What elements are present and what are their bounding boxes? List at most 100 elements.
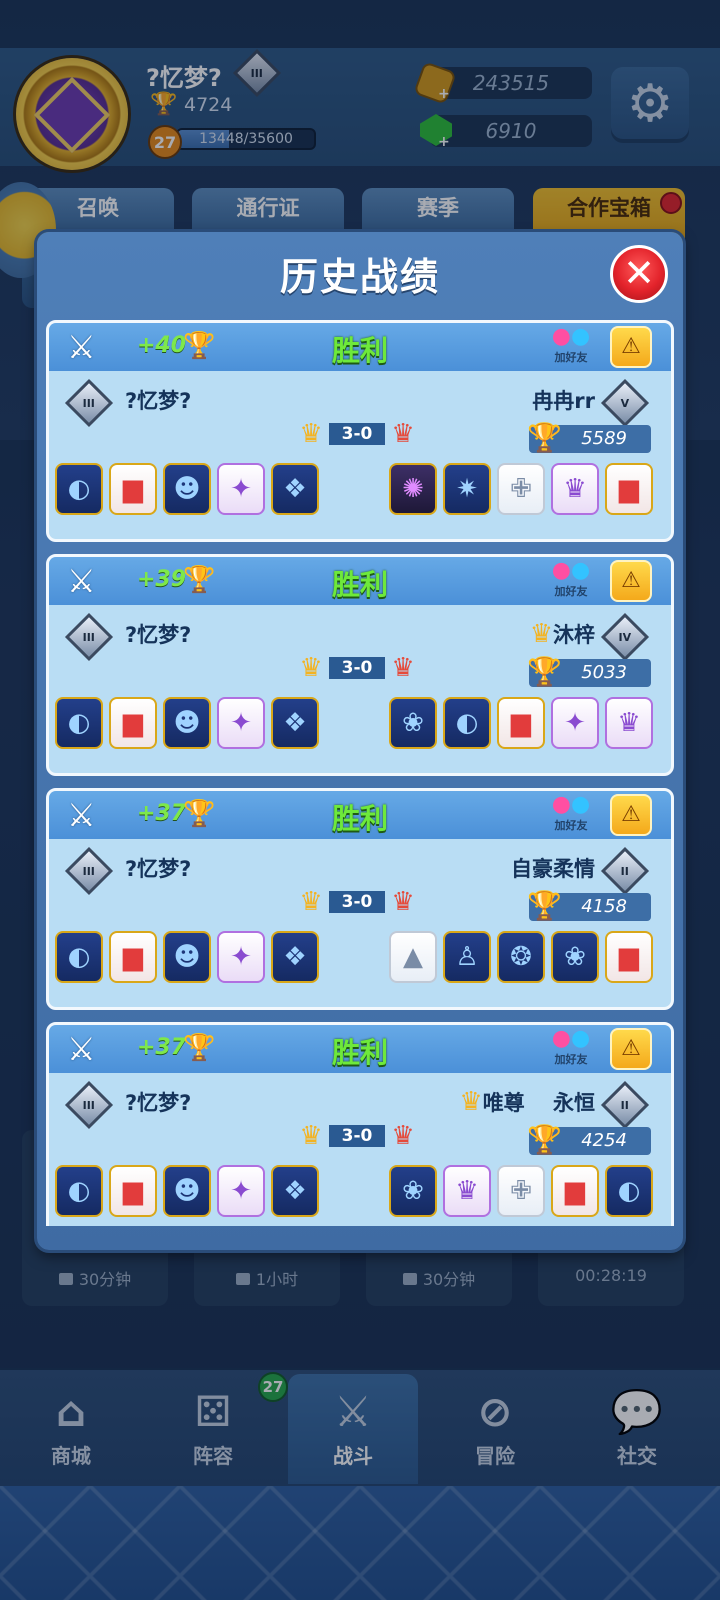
self-die[interactable]: ▆ xyxy=(109,697,157,749)
opponent-die[interactable]: ♛ xyxy=(443,1165,491,1217)
self-deck: ◐ ▆ ☻ ✦ ❖ xyxy=(55,697,325,755)
match-history-list[interactable]: ⚔ +40 🏆 胜利 ●● 加好友 ⚠ III ?忆梦? 冉冉rr V ♛ 3-… xyxy=(46,320,674,1226)
self-rank-badge: III xyxy=(64,846,114,896)
self-rank-badge: III xyxy=(64,378,114,428)
self-die[interactable]: ▆ xyxy=(109,931,157,983)
blue-crown-icon: ♛ xyxy=(299,1121,323,1151)
opponent-die[interactable]: ▆ xyxy=(551,1165,599,1217)
match-card: ⚔ +37 🏆 胜利 ●● 加好友 ⚠ III ?忆梦? ♛唯尊 永恒 II ♛… xyxy=(46,1022,674,1226)
alarm-bell-icon: ⚠ xyxy=(621,1036,641,1061)
match-card: ⚔ +37 🏆 胜利 ●● 加好友 ⚠ III ?忆梦? 自豪柔情 II ♛ 3… xyxy=(46,788,674,1010)
score-text: 3-0 xyxy=(329,891,385,913)
modal-title: 历史战绩 xyxy=(279,255,440,299)
opponent-rank-badge: II xyxy=(600,846,650,896)
opponent-die[interactable]: ✺ xyxy=(389,463,437,515)
add-friend-button[interactable]: ●● 加好友 xyxy=(547,1027,595,1071)
alarm-bell-icon: ⚠ xyxy=(621,334,641,359)
report-button[interactable]: ⚠ xyxy=(610,794,652,836)
self-die[interactable]: ◐ xyxy=(55,1165,103,1217)
opponent-die[interactable]: ♛ xyxy=(551,463,599,515)
self-die[interactable]: ❖ xyxy=(271,1165,319,1217)
add-friend-button[interactable]: ●● 加好友 xyxy=(547,793,595,837)
trophy-icon: 🏆 xyxy=(527,889,562,922)
self-die[interactable]: ✦ xyxy=(217,1165,265,1217)
self-die[interactable]: ◐ xyxy=(55,931,103,983)
self-player-name: ?忆梦? xyxy=(125,623,192,647)
score-display: ♛ 3-0 ♛ xyxy=(293,887,421,917)
report-button[interactable]: ⚠ xyxy=(610,560,652,602)
balloons-icon: ●● xyxy=(551,558,591,583)
opponent-rank-badge: II xyxy=(600,1080,650,1130)
opponent-die[interactable]: ♙ xyxy=(443,931,491,983)
opponent-rank-badge: IV xyxy=(600,612,650,662)
self-die[interactable]: ◐ xyxy=(55,697,103,749)
opponent-rank-badge: V xyxy=(600,378,650,428)
self-die[interactable]: ✦ xyxy=(217,463,265,515)
self-player-name: ?忆梦? xyxy=(125,1091,192,1115)
self-die[interactable]: ❖ xyxy=(271,931,319,983)
opponent-die[interactable]: ✙ xyxy=(497,1165,545,1217)
match-card: ⚔ +40 🏆 胜利 ●● 加好友 ⚠ III ?忆梦? 冉冉rr V ♛ 3-… xyxy=(46,320,674,542)
opponent-die[interactable]: ▲ xyxy=(389,931,437,983)
opponent-die[interactable]: ❀ xyxy=(551,931,599,983)
opponent-deck: ▲ ♙ ❂ ❀ ▆ xyxy=(389,931,659,989)
self-player-name: ?忆梦? xyxy=(125,857,192,881)
blue-crown-icon: ♛ xyxy=(299,653,323,683)
report-button[interactable]: ⚠ xyxy=(610,326,652,368)
alarm-bell-icon: ⚠ xyxy=(621,568,641,593)
close-button[interactable]: ✕ xyxy=(610,245,668,303)
score-display: ♛ 3-0 ♛ xyxy=(293,653,421,683)
opponent-die[interactable]: ▆ xyxy=(605,931,653,983)
close-icon: ✕ xyxy=(623,251,655,295)
blue-crown-icon: ♛ xyxy=(299,419,323,449)
opponent-die[interactable]: ✦ xyxy=(551,697,599,749)
opponent-deck: ❀ ♛ ✙ ▆ ◐ xyxy=(389,1165,659,1223)
opponent-die[interactable]: ▆ xyxy=(605,463,653,515)
opponent-name: ♛沐梓 xyxy=(529,619,595,649)
opponent-die[interactable]: ✷ xyxy=(443,463,491,515)
red-crown-icon: ♛ xyxy=(391,887,415,917)
red-crown-icon: ♛ xyxy=(391,419,415,449)
match-card: ⚔ +39 🏆 胜利 ●● 加好友 ⚠ III ?忆梦? ♛沐梓 IV ♛ 3-… xyxy=(46,554,674,776)
score-text: 3-0 xyxy=(329,423,385,445)
score-text: 3-0 xyxy=(329,657,385,679)
opponent-deck: ✺ ✷ ✙ ♛ ▆ xyxy=(389,463,659,521)
report-button[interactable]: ⚠ xyxy=(610,1028,652,1070)
self-die[interactable]: ❖ xyxy=(271,463,319,515)
self-die[interactable]: ☻ xyxy=(163,1165,211,1217)
self-die[interactable]: ▆ xyxy=(109,1165,157,1217)
trophy-icon: 🏆 xyxy=(527,1123,562,1156)
self-player-name: ?忆梦? xyxy=(125,389,192,413)
opponent-die[interactable]: ❀ xyxy=(389,697,437,749)
self-die[interactable]: ❖ xyxy=(271,697,319,749)
balloons-icon: ●● xyxy=(551,324,591,349)
self-die[interactable]: ✦ xyxy=(217,697,265,749)
self-rank-badge: III xyxy=(64,1080,114,1130)
self-die[interactable]: ◐ xyxy=(55,463,103,515)
opponent-die[interactable]: ✙ xyxy=(497,463,545,515)
opponent-deck: ❀ ◐ ▆ ✦ ♛ xyxy=(389,697,659,755)
add-friend-button[interactable]: ●● 加好友 xyxy=(547,325,595,369)
add-friend-button[interactable]: ●● 加好友 xyxy=(547,559,595,603)
opponent-die[interactable]: ◐ xyxy=(443,697,491,749)
self-rank-badge: III xyxy=(64,612,114,662)
blue-crown-icon: ♛ xyxy=(299,887,323,917)
self-die[interactable]: ☻ xyxy=(163,697,211,749)
opponent-name: 自豪柔情 xyxy=(511,857,595,881)
opponent-die[interactable]: ♛ xyxy=(605,697,653,749)
self-die[interactable]: ☻ xyxy=(163,931,211,983)
crown-icon: ♛ xyxy=(529,619,553,649)
self-die[interactable]: ✦ xyxy=(217,931,265,983)
self-die[interactable]: ☻ xyxy=(163,463,211,515)
self-die[interactable]: ▆ xyxy=(109,463,157,515)
score-display: ♛ 3-0 ♛ xyxy=(293,1121,421,1151)
opponent-die[interactable]: ◐ xyxy=(605,1165,653,1217)
opponent-die[interactable]: ❂ xyxy=(497,931,545,983)
opponent-die[interactable]: ❀ xyxy=(389,1165,437,1217)
score-display: ♛ 3-0 ♛ xyxy=(293,419,421,449)
trophy-icon: 🏆 xyxy=(527,655,562,688)
red-crown-icon: ♛ xyxy=(391,653,415,683)
opponent-die[interactable]: ▆ xyxy=(497,697,545,749)
self-deck: ◐ ▆ ☻ ✦ ❖ xyxy=(55,463,325,521)
score-text: 3-0 xyxy=(329,1125,385,1147)
